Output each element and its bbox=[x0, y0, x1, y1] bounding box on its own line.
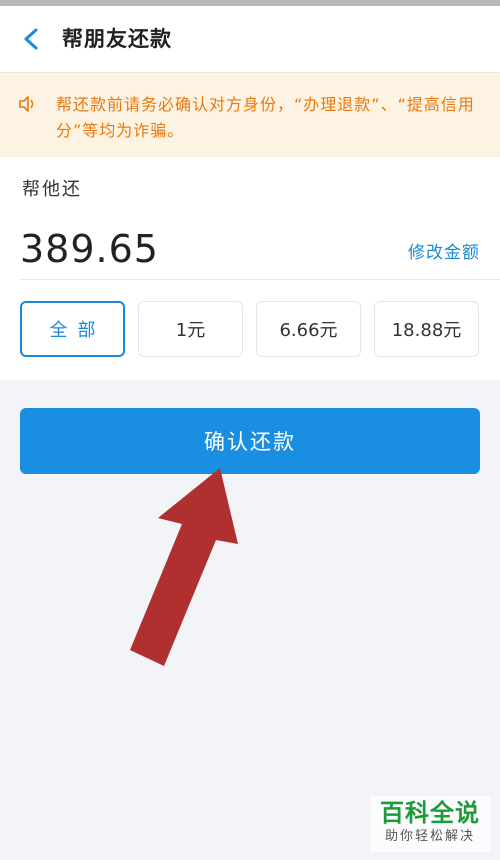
amount-value: 389.65 bbox=[20, 227, 159, 271]
warning-notice: 帮还款前请务必确认对方身份，“办理退款”、“提高信用分”等均为诈骗。 bbox=[0, 73, 500, 157]
warning-text: 帮还款前请务必确认对方身份，“办理退款”、“提高信用分”等均为诈骗。 bbox=[56, 95, 475, 140]
confirm-repay-button[interactable]: 确认还款 bbox=[20, 408, 480, 474]
amount-option-1[interactable]: 1元 bbox=[138, 301, 243, 357]
amount-option-all[interactable]: 全部 bbox=[20, 301, 125, 357]
annotation-arrow-icon bbox=[130, 468, 238, 666]
repay-for-label: 帮他还 bbox=[22, 179, 82, 200]
amount-option-6-66[interactable]: 6.66元 bbox=[256, 301, 361, 357]
back-arrow-icon[interactable] bbox=[18, 24, 46, 54]
watermark-logo: 百科全说 助你轻松解决 bbox=[370, 796, 490, 852]
watermark-subtitle: 助你轻松解决 bbox=[384, 829, 475, 844]
watermark-title: 百科全说 bbox=[380, 799, 480, 827]
repay-card: 帮他还 389.65 修改金额 全部 1元 6.66元 18.88元 bbox=[0, 157, 500, 380]
divider bbox=[20, 279, 500, 280]
speaker-icon bbox=[19, 96, 34, 112]
modify-amount-link[interactable]: 修改金额 bbox=[408, 238, 480, 263]
amount-option-18-88[interactable]: 18.88元 bbox=[374, 301, 479, 357]
page-title: 帮朋友还款 bbox=[62, 27, 172, 51]
nav-header: 帮朋友还款 bbox=[0, 6, 500, 73]
